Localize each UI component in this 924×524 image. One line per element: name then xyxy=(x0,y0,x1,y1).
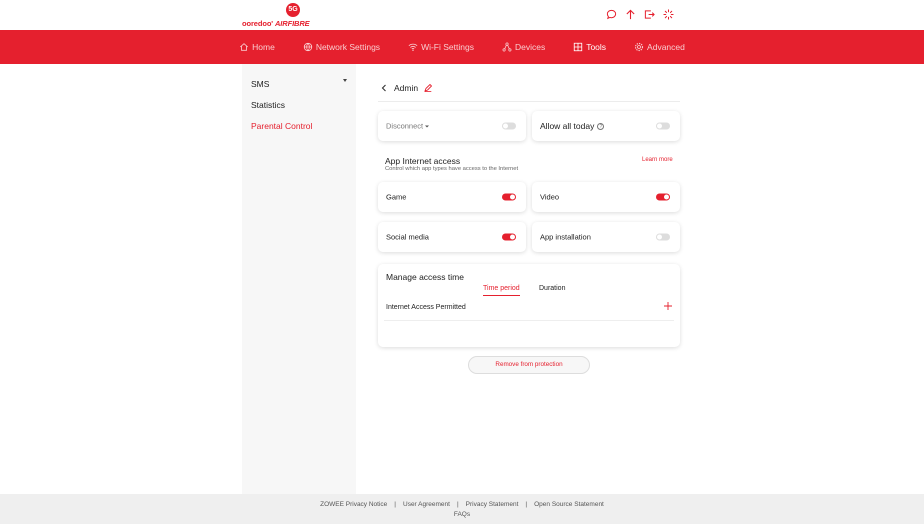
app-label: App installation xyxy=(540,232,591,242)
sidebar-item-sms[interactable]: SMS xyxy=(251,79,269,89)
disconnect-dropdown[interactable]: Disconnect xyxy=(386,122,430,131)
main-content: Admin Disconnect Allow all today ? App I… xyxy=(356,64,924,494)
globe-icon xyxy=(303,42,312,52)
footer-link-privacy-statement[interactable]: Privacy Statement xyxy=(466,501,519,508)
access-time-title: Manage access time xyxy=(386,272,464,282)
app-label: Game xyxy=(386,192,407,202)
app-installation-toggle[interactable] xyxy=(656,233,670,241)
app-card-social-media: Social media xyxy=(378,222,526,252)
nav-item-home[interactable]: Home xyxy=(239,42,275,52)
app-label: Video xyxy=(540,192,560,202)
nav-label: Wi-Fi Settings xyxy=(421,42,474,52)
app-card-app-installation: App installation xyxy=(532,222,680,252)
back-arrow-icon[interactable] xyxy=(380,84,388,92)
row-divider xyxy=(384,320,674,321)
manage-access-time-card: Manage access time Time period Duration … xyxy=(378,264,680,347)
app-card-video: Video xyxy=(532,182,680,212)
5g-badge: 5G xyxy=(286,3,300,17)
social-media-toggle[interactable] xyxy=(502,233,516,241)
chevron-down-icon[interactable] xyxy=(343,79,347,82)
nav-item-network-settings[interactable]: Network Settings xyxy=(303,42,380,52)
gear-icon xyxy=(634,42,644,52)
top-icon-group xyxy=(606,9,674,20)
nav-label: Devices xyxy=(514,42,546,52)
remove-from-protection-button[interactable]: Remove from protection xyxy=(468,356,590,374)
caret-down-icon xyxy=(425,125,430,127)
wifi-icon xyxy=(408,43,418,51)
footer-separator: | xyxy=(456,501,459,508)
help-icon[interactable]: ? xyxy=(597,122,605,130)
video-toggle[interactable] xyxy=(656,193,670,201)
home-icon xyxy=(240,43,249,51)
app-label: Social media xyxy=(386,232,429,242)
allow-all-today-toggle[interactable] xyxy=(656,122,670,130)
disconnect-toggle[interactable] xyxy=(502,122,516,130)
sidebar-item-parental-control[interactable]: Parental Control xyxy=(251,121,312,131)
loading-spinner-icon xyxy=(663,9,674,20)
upload-arrow-icon[interactable] xyxy=(625,9,636,20)
nav-item-wifi-settings[interactable]: Wi-Fi Settings xyxy=(408,42,474,52)
disconnect-card: Disconnect xyxy=(378,111,526,141)
nav-item-devices[interactable]: Devices xyxy=(502,42,545,52)
footer-link-faqs[interactable]: FAQs xyxy=(0,511,924,518)
nav-label: Tools xyxy=(586,42,607,52)
footer-links: ZOWEE Privacy Notice | User Agreement | Priv… xyxy=(0,501,924,508)
app-card-game: Game xyxy=(378,182,526,212)
profile-name: Admin xyxy=(394,83,419,93)
profile-header: Admin xyxy=(380,83,433,93)
sidebar: SMS Statistics Parental Control xyxy=(242,64,356,494)
allow-all-today-card: Allow all today ? xyxy=(532,111,680,141)
app-access-title: App Internet access xyxy=(385,156,461,166)
footer-link-open-source-statement[interactable]: Open Source Statement xyxy=(534,501,604,508)
game-toggle[interactable] xyxy=(502,193,516,201)
main-nav: Home Network Settings Wi-Fi Settings Dev… xyxy=(0,30,924,64)
devices-icon xyxy=(502,42,512,52)
app-access-subtitle: Control which app types have access to t… xyxy=(385,166,519,172)
sidebar-item-statistics[interactable]: Statistics xyxy=(251,100,285,110)
tab-time-period[interactable]: Time period xyxy=(483,285,520,296)
footer-link-user-agreement[interactable]: User Agreement xyxy=(403,501,450,508)
internet-access-permitted-label: Internet Access Permitted xyxy=(386,304,466,311)
footer: ZOWEE Privacy Notice | User Agreement | Priv… xyxy=(0,494,924,524)
top-bar: 5G ooredoo' AIRFIBRE xyxy=(0,0,924,30)
brand-name: ooredoo' AIRFIBRE xyxy=(242,19,310,28)
edit-pencil-icon[interactable] xyxy=(424,84,433,92)
brand-logo[interactable]: 5G ooredoo' AIRFIBRE xyxy=(242,3,314,29)
allow-all-today-label: Allow all today ? xyxy=(540,121,605,131)
nav-item-tools[interactable]: Tools xyxy=(573,42,606,52)
nav-label: Network Settings xyxy=(315,42,381,52)
learn-more-link[interactable]: Learn more xyxy=(642,157,673,163)
chat-icon[interactable] xyxy=(606,9,617,20)
footer-link-privacy-notice[interactable]: ZOWEE Privacy Notice xyxy=(320,501,387,508)
tab-duration[interactable]: Duration xyxy=(539,285,565,295)
nav-label: Home xyxy=(252,42,275,52)
plus-icon[interactable] xyxy=(664,302,672,310)
footer-separator: | xyxy=(394,501,396,508)
header-divider xyxy=(378,101,680,102)
footer-separator: | xyxy=(525,501,528,508)
logout-icon[interactable] xyxy=(644,9,655,20)
tools-icon xyxy=(574,42,583,52)
nav-label: Advanced xyxy=(647,42,685,52)
nav-item-advanced[interactable]: Advanced xyxy=(634,42,685,52)
